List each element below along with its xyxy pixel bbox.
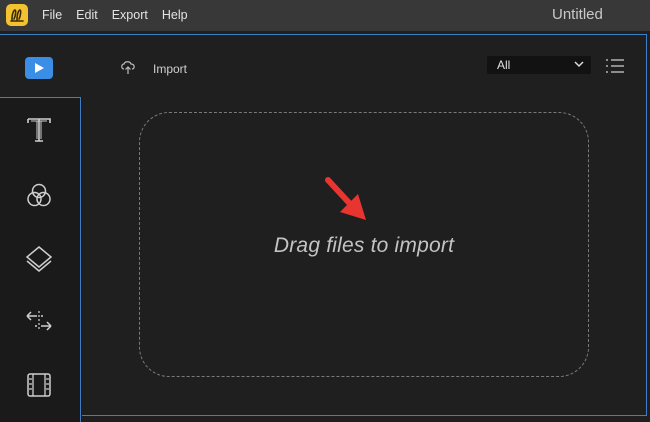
media-icon[interactable] [25,57,53,79]
text-icon[interactable] [23,113,55,145]
import-icon[interactable] [120,60,138,76]
filters-icon[interactable] [23,180,55,212]
title-bar: File Edit Export Help Untitled [0,0,650,31]
list-view-icon[interactable] [605,58,625,74]
arrow-annotation-icon [325,177,366,220]
import-dropzone[interactable]: Drag files to import [139,112,589,377]
window-title: Untitled [552,6,603,23]
overlays-icon[interactable] [23,242,55,274]
transitions-icon[interactable] [23,305,55,337]
elements-icon[interactable] [23,369,55,401]
filter-value: All [497,58,511,72]
menu-bar: File Edit Export Help [42,8,202,22]
panel-border-right [646,34,647,416]
menu-file[interactable]: File [42,8,62,22]
dropzone-text: Drag files to import [273,234,455,257]
import-button[interactable]: Import [153,62,187,76]
chevron-down-icon [574,61,584,68]
menu-help[interactable]: Help [162,8,188,22]
media-filter-select[interactable]: All [487,56,591,74]
panel-border-bottom [82,415,647,416]
app-logo-icon[interactable] [6,4,28,26]
menu-export[interactable]: Export [112,8,148,22]
panel-border-top [0,34,647,35]
menu-edit[interactable]: Edit [76,8,98,22]
